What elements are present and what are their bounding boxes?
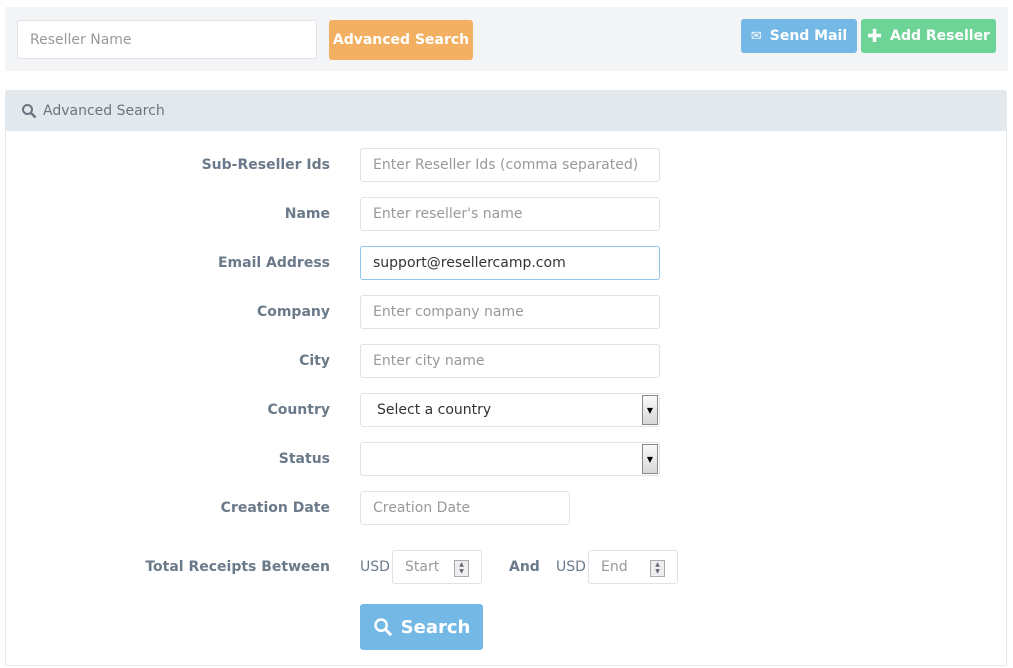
advanced-search-button[interactable]: Advanced Search [329, 20, 473, 60]
add-reseller-button[interactable]: ✚ Add Reseller [861, 19, 996, 53]
mail-icon: ✉ [750, 28, 762, 44]
panel-header: Advanced Search [5, 90, 1007, 131]
plus-icon: ✚ [867, 25, 883, 47]
search-label: Search [400, 616, 471, 638]
add-reseller-label: Add Reseller [890, 28, 990, 44]
email-input[interactable]: support@resellercamp.com [360, 246, 660, 280]
start-placeholder: Start [405, 559, 440, 575]
country-label: Country [267, 402, 330, 418]
city-input[interactable]: Enter city name [360, 344, 660, 378]
search-icon [373, 618, 392, 637]
city-label: City [299, 353, 330, 369]
chevron-down-icon[interactable]: ▼ [642, 395, 658, 425]
company-label: Company [256, 304, 330, 320]
status-select[interactable]: ▼ [360, 442, 660, 476]
country-value: Select a country [377, 402, 492, 418]
spinner-icon[interactable]: ▲ ▼ [650, 560, 665, 577]
sub-reseller-ids-label: Sub-Reseller Ids [201, 157, 330, 173]
advanced-search-label: Advanced Search [332, 32, 470, 48]
panel-title: Advanced Search [43, 102, 165, 119]
name-input[interactable]: Enter reseller's name [360, 197, 660, 231]
send-mail-label: Send Mail [769, 28, 848, 44]
chevron-down-icon[interactable]: ▼ [642, 444, 658, 474]
currency-label: USD [360, 559, 390, 575]
sub-reseller-ids-input[interactable]: Enter Reseller Ids (comma separated) [360, 148, 660, 182]
and-label: And [509, 559, 540, 575]
currency-label: USD [556, 559, 586, 575]
company-input[interactable]: Enter company name [360, 295, 660, 329]
receipts-start-input[interactable]: Start ▲ ▼ [392, 550, 482, 584]
creation-date-input[interactable]: Creation Date [360, 491, 570, 525]
spinner-icon[interactable]: ▲ ▼ [454, 560, 469, 577]
creation-date-label: Creation Date [220, 500, 330, 516]
country-select[interactable]: Select a country ▼ [360, 393, 660, 427]
total-receipts-label: Total Receipts Between [145, 559, 330, 575]
search-button[interactable]: Search [360, 604, 483, 650]
send-mail-button[interactable]: ✉ Send Mail [741, 19, 857, 53]
end-placeholder: End [601, 559, 628, 575]
status-label: Status [278, 451, 330, 467]
email-label: Email Address [217, 255, 330, 271]
receipts-end-input[interactable]: End ▲ ▼ [588, 550, 678, 584]
search-icon [22, 103, 37, 118]
reseller-name-search-input[interactable]: Reseller Name [17, 20, 317, 59]
name-label: Name [284, 206, 330, 222]
